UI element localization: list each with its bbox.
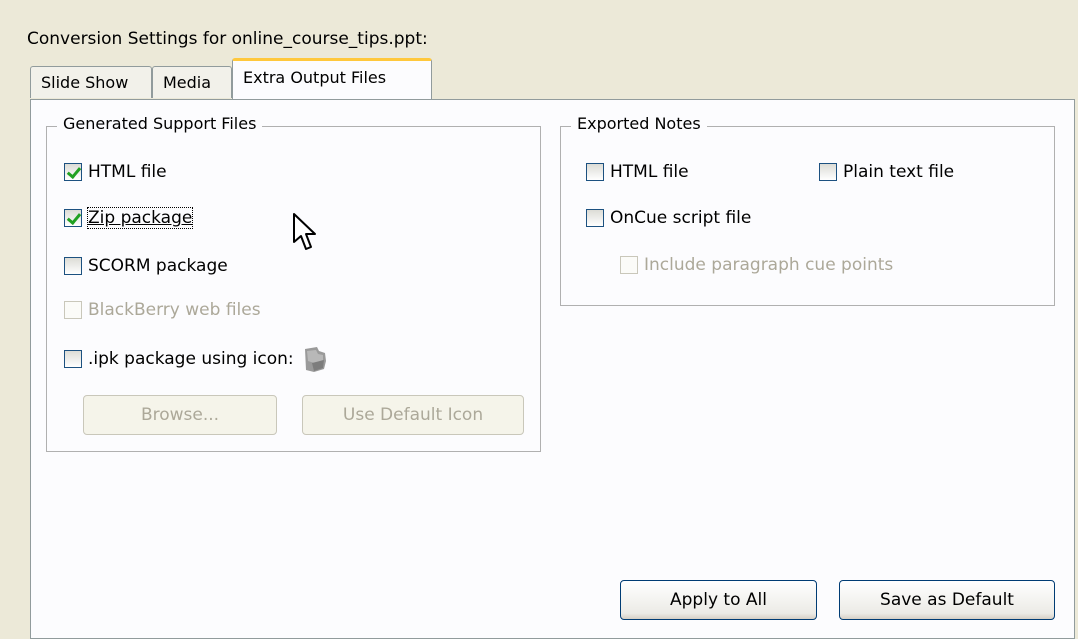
plain-text-file-checkbox[interactable]: Plain text file [819,162,954,182]
ipk-package-icon [304,347,326,372]
zip-package-checkbox[interactable]: Zip package [64,207,194,229]
tab-media[interactable]: Media [152,66,232,98]
checkbox-box [64,350,82,368]
checkbox-box [64,301,82,319]
use-default-icon-button[interactable]: Use Default Icon [302,395,524,435]
oncue-script-file-checkbox[interactable]: OnCue script file [586,208,751,228]
generated-support-files-group: Generated Support Files HTML file Zip pa… [46,114,541,452]
tab-slide-show[interactable]: Slide Show [30,66,152,98]
checkbox-box [64,209,82,227]
include-paragraph-cue-points-checkbox[interactable]: Include paragraph cue points [620,255,893,275]
checkbox-box [64,163,82,181]
checkbox-box [620,256,638,274]
checkbox-box [64,257,82,275]
group-legend: Exported Notes [571,114,707,133]
html-file-checkbox[interactable]: HTML file [64,162,167,182]
checkbox-box [819,163,837,181]
checkbox-box [586,163,604,181]
ipk-package-checkbox[interactable]: .ipk package using icon: [64,345,328,373]
blackberry-web-files-checkbox[interactable]: BlackBerry web files [64,300,261,320]
apply-to-all-button[interactable]: Apply to All [620,580,817,620]
checkbox-box [586,209,604,227]
notes-html-file-checkbox[interactable]: HTML file [586,162,689,182]
group-legend: Generated Support Files [57,114,263,133]
save-as-default-button[interactable]: Save as Default [839,580,1055,620]
tab-extra-output-files[interactable]: Extra Output Files [232,58,432,100]
tab-panel: Generated Support Files HTML file Zip pa… [30,99,1075,639]
exported-notes-group: Exported Notes HTML file Plain text file… [560,114,1055,306]
page-title: Conversion Settings for online_course_ti… [27,29,428,49]
scorm-package-checkbox[interactable]: SCORM package [64,256,228,276]
browse-button[interactable]: Browse... [83,395,277,435]
mouse-pointer-icon [293,213,316,250]
